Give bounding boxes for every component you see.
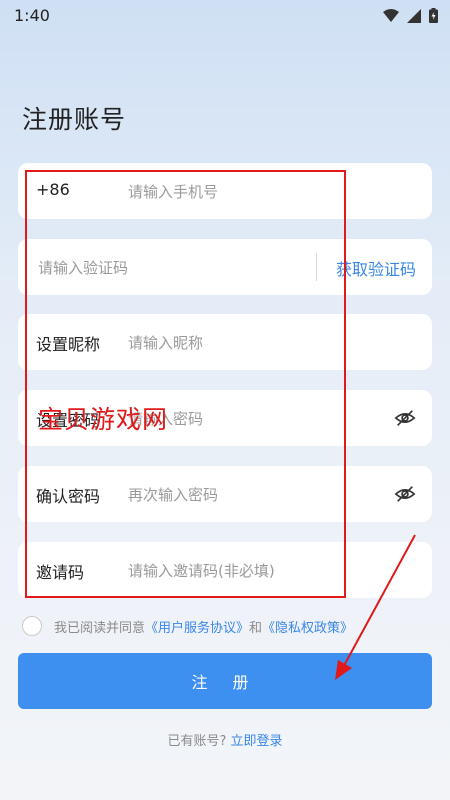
nickname-input[interactable]: [126, 324, 360, 362]
code-divider: [316, 253, 317, 281]
verification-code-field: 获取验证码: [18, 239, 432, 295]
login-link[interactable]: 立即登录: [231, 734, 283, 749]
signal-icon: [407, 8, 421, 23]
annotation-box: [25, 170, 346, 598]
user-agreement-link[interactable]: 《用户服务协议》: [145, 621, 249, 636]
verification-code-input[interactable]: [36, 249, 310, 287]
password-field: 设置密码: [18, 390, 432, 446]
confirm-password-input[interactable]: [126, 476, 360, 514]
wifi-icon: [383, 8, 399, 22]
phone-input[interactable]: [126, 173, 360, 211]
password-input[interactable]: [126, 400, 360, 438]
battery-icon: [429, 8, 438, 23]
agreement-and: 和: [249, 620, 263, 636]
get-code-button[interactable]: 获取验证码: [336, 256, 416, 280]
agreement-prefix: 我已阅读并同意: [54, 620, 146, 636]
nickname-label: 设置昵称: [36, 335, 101, 354]
country-code-label[interactable]: +86: [36, 180, 70, 199]
nickname-field: 设置昵称: [18, 314, 432, 370]
phone-field: +86: [18, 163, 432, 219]
agreement-checkbox[interactable]: [22, 616, 42, 636]
login-row: 已有账号? 立即登录: [0, 730, 450, 749]
password-label: 设置密码: [36, 411, 101, 430]
status-time: 1:40: [14, 6, 50, 25]
invite-code-field: 邀请码: [18, 542, 432, 598]
page-title: 注册账号: [22, 105, 127, 134]
status-bar: 1:40: [0, 0, 450, 32]
eye-off-icon[interactable]: [394, 407, 416, 429]
agreement-text: 我已阅读并同意《用户服务协议》和《隐私权政策》: [54, 617, 353, 636]
confirm-password-field: 确认密码: [18, 466, 432, 522]
agreement-row: 我已阅读并同意《用户服务协议》和《隐私权政策》: [22, 614, 353, 638]
login-prompt: 已有账号?: [167, 734, 227, 749]
invite-code-input[interactable]: [126, 552, 360, 590]
confirm-password-label: 确认密码: [36, 487, 101, 506]
register-button[interactable]: 注 册: [18, 653, 432, 709]
privacy-policy-link[interactable]: 《隐私权政策》: [262, 621, 353, 636]
invite-code-label: 邀请码: [36, 563, 85, 582]
eye-off-icon[interactable]: [394, 483, 416, 505]
status-icons: [383, 8, 438, 23]
